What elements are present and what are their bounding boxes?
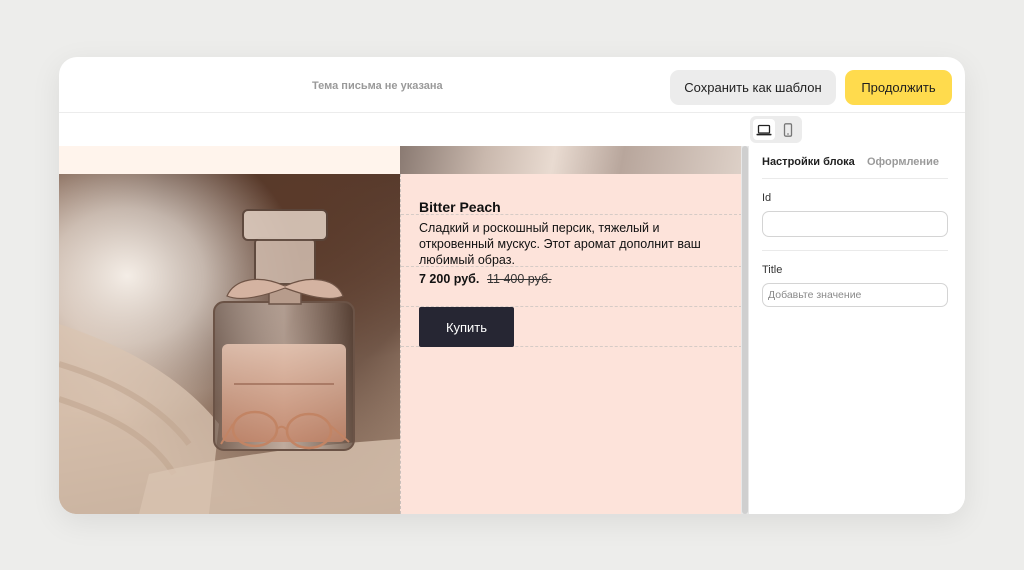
perfume-bottle-illustration (59, 209, 400, 514)
tab-design[interactable]: Оформление (867, 156, 939, 168)
save-as-template-button[interactable]: Сохранить как шаблон (670, 70, 836, 105)
editor-window: Тема письма не указана Сохранить как шаб… (59, 57, 965, 514)
product-old-price[interactable]: 11 400 руб. (487, 272, 552, 286)
mobile-icon (783, 122, 793, 137)
canvas-scrollbar[interactable] (741, 146, 749, 514)
title-label: Title (762, 264, 783, 276)
buy-button[interactable]: Купить (419, 307, 514, 347)
tab-block-settings[interactable]: Настройки блока (762, 156, 855, 168)
product-price[interactable]: 7 200 руб. (419, 272, 479, 286)
device-toggle (750, 116, 802, 143)
fields-divider (762, 250, 948, 251)
scrollbar-thumb[interactable] (742, 146, 748, 514)
desktop-view-button[interactable] (753, 119, 775, 140)
previous-block-image (400, 146, 741, 174)
product-description[interactable]: Сладкий и роскошный персик, тяжелый и от… (419, 220, 719, 268)
email-subject[interactable]: Тема письма не указана (312, 80, 443, 92)
editor-header: Тема письма не указана Сохранить как шаб… (59, 57, 965, 113)
editor-toolbar (59, 113, 965, 146)
id-label: Id (762, 192, 772, 204)
settings-panel: Настройки блока Оформление Id Title (749, 146, 965, 514)
title-input[interactable] (762, 283, 948, 307)
product-title[interactable]: Bitter Peach (419, 199, 501, 215)
email-canvas: Bitter Peach Сладкий и роскошный персик,… (59, 146, 741, 514)
continue-button[interactable]: Продолжить (845, 70, 952, 105)
mobile-view-button[interactable] (777, 119, 799, 140)
perfume-photo[interactable] (59, 174, 400, 514)
desktop-icon (756, 124, 772, 135)
product-block[interactable]: Bitter Peach Сладкий и роскошный персик,… (400, 174, 741, 514)
id-input[interactable] (762, 211, 948, 237)
tabs-divider (762, 178, 948, 179)
